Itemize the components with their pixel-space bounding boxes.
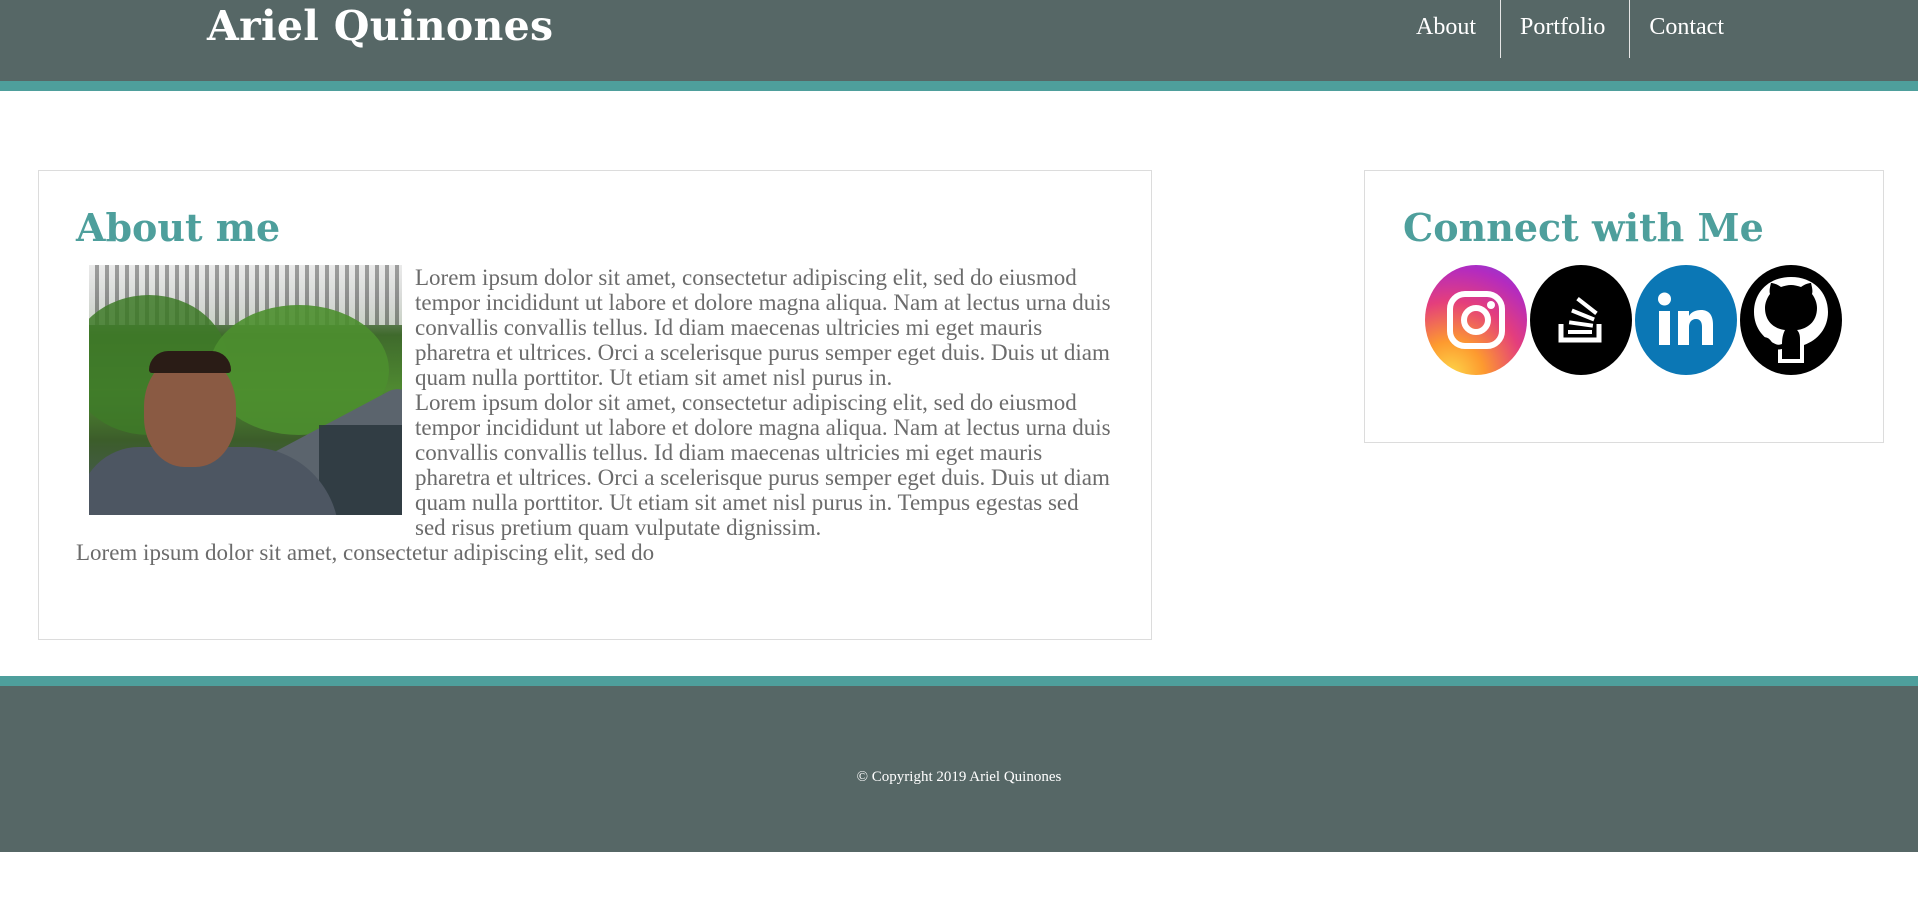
stackoverflow-icon[interactable] xyxy=(1530,265,1632,375)
main-nav: About Portfolio Contact xyxy=(1397,0,1748,58)
instagram-icon[interactable] xyxy=(1425,265,1527,375)
about-paragraph: Lorem ipsum dolor sit amet, consectetur … xyxy=(76,540,655,565)
nav-about-link[interactable]: About xyxy=(1397,0,1500,58)
nav-portfolio-link[interactable]: Portfolio xyxy=(1500,0,1629,58)
connect-card: Connect with Me xyxy=(1364,170,1884,443)
nav-contact-link[interactable]: Contact xyxy=(1629,0,1748,58)
about-title: About me xyxy=(76,205,281,250)
site-header: Ariel Quinones About Portfolio Contact xyxy=(0,0,1918,91)
social-links xyxy=(1425,265,1845,375)
github-icon[interactable] xyxy=(1740,265,1842,375)
about-card: About me Lorem ipsum dolor sit amet, con… xyxy=(38,170,1152,640)
site-brand[interactable]: Ariel Quinones xyxy=(207,2,553,50)
site-footer: © Copyright 2019 Ariel Quinones xyxy=(0,676,1918,852)
copyright-text: © Copyright 2019 Ariel Quinones xyxy=(856,769,1062,785)
about-body: Lorem ipsum dolor sit amet, consectetur … xyxy=(76,265,1114,565)
profile-photo xyxy=(89,265,402,515)
connect-title: Connect with Me xyxy=(1403,205,1764,250)
linkedin-icon[interactable] xyxy=(1635,265,1737,375)
